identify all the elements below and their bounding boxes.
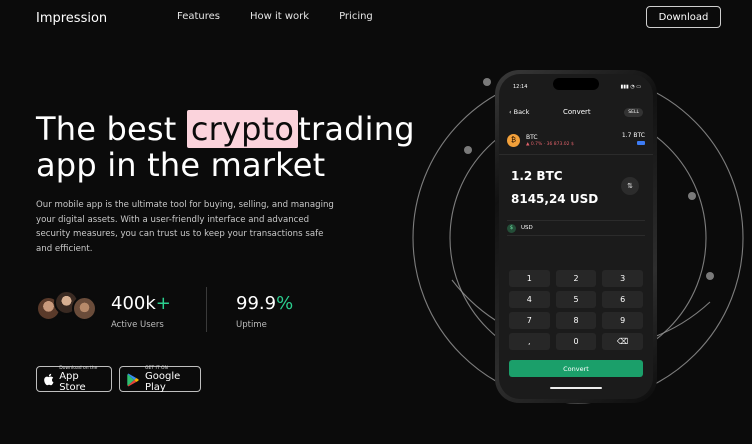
hero-headline: The best crypto trading app in the market — [36, 110, 415, 184]
uptime-number: 99.9 — [236, 293, 277, 314]
google-play-button[interactable]: GET IT ON Google Play — [119, 366, 201, 393]
nav-features[interactable]: Features — [177, 11, 220, 22]
numeric-keypad: 1 2 3 4 5 6 7 8 9 , 0 ⌫ — [509, 270, 643, 350]
fiat-amount: 8145,24 USD — [511, 192, 599, 206]
app-store-text: Download on the App Store — [59, 366, 105, 393]
coin-amount: 1.7 BTC — [621, 132, 645, 139]
key-comma[interactable]: , — [509, 333, 550, 350]
logo[interactable]: Impression — [36, 11, 107, 26]
nav-pricing[interactable]: Pricing — [339, 11, 373, 22]
coin-change: ▲ 0.7% · 36 873.02 $ — [526, 141, 574, 147]
key-2[interactable]: 2 — [555, 270, 597, 287]
headline-line-2: app in the market — [36, 146, 326, 184]
currency-select[interactable]: $ USD — [507, 220, 645, 236]
avatar — [72, 296, 97, 321]
active-users-value: 400k+ — [111, 293, 171, 314]
dollar-icon: $ — [507, 223, 516, 233]
phone-top-bar: ‹ Back Convert SELL — [509, 105, 643, 119]
key-3[interactable]: 3 — [602, 270, 643, 287]
download-button[interactable]: Download — [646, 6, 721, 28]
screen-title: Convert — [562, 108, 591, 116]
percent-sign: % — [276, 293, 294, 314]
back-label: Back — [513, 108, 530, 116]
swap-icon[interactable]: ⇅ — [621, 177, 639, 195]
coin-name: BTC — [526, 133, 538, 141]
chevron-left-icon: ‹ — [509, 108, 512, 116]
key-0[interactable]: 0 — [555, 333, 597, 350]
currency-code: USD — [521, 225, 533, 231]
headline-highlight: crypto — [186, 110, 299, 148]
orbit-dot — [464, 146, 472, 154]
key-1[interactable]: 1 — [509, 270, 550, 287]
headline-part-1: The best — [36, 110, 177, 148]
main-nav: Features How it work Pricing — [177, 11, 373, 22]
apple-icon — [43, 372, 54, 386]
key-7[interactable]: 7 — [509, 312, 550, 329]
google-play-text: GET IT ON Google Play — [145, 366, 194, 393]
divider — [499, 154, 653, 155]
google-play-icon — [126, 372, 140, 387]
phone-mockup: 12:14 ▮▮▮ ◔ ▭ ‹ Back Convert SELL ₿ BTC … — [495, 70, 657, 403]
flag-icon — [637, 141, 645, 145]
google-play-label: Google Play — [145, 370, 181, 393]
key-9[interactable]: 9 — [602, 312, 643, 329]
back-button[interactable]: ‹ Back — [509, 108, 529, 116]
key-8[interactable]: 8 — [555, 312, 597, 329]
nav-how-it-work[interactable]: How it work — [250, 11, 309, 22]
uptime-label: Uptime — [236, 320, 267, 330]
coin-row[interactable]: ₿ BTC ▲ 0.7% · 36 873.02 $ 1.7 BTC — [507, 128, 645, 152]
hero-description: Our mobile app is the ultimate tool for … — [36, 200, 334, 254]
coin-balance: 1.7 BTC — [622, 132, 645, 148]
user-avatars — [36, 290, 97, 321]
home-indicator — [550, 387, 602, 389]
stats-divider — [206, 287, 207, 332]
key-6[interactable]: 6 — [602, 291, 643, 308]
headline-part-2: trading — [298, 110, 415, 148]
coin-info: BTC ▲ 0.7% · 36 873.02 $ — [526, 134, 574, 147]
app-store-label: App Store — [59, 370, 86, 393]
orbit-dot — [483, 78, 491, 86]
phone-screen: 12:14 ▮▮▮ ◔ ▭ ‹ Back Convert SELL ₿ BTC … — [499, 74, 653, 399]
orbit-dot — [688, 192, 696, 200]
uptime-value: 99.9% — [236, 293, 293, 314]
crypto-amount: 1.2 BTC — [511, 169, 563, 183]
orbit-dot — [706, 272, 714, 280]
sell-button[interactable]: SELL — [624, 107, 643, 117]
convert-button[interactable]: Convert — [509, 360, 643, 377]
app-store-button[interactable]: Download on the App Store — [36, 366, 112, 393]
active-users-label: Active Users — [111, 320, 164, 330]
phone-status-bar: 12:14 ▮▮▮ ◔ ▭ — [513, 84, 641, 90]
key-5[interactable]: 5 — [555, 291, 597, 308]
status-time: 12:14 — [513, 84, 528, 90]
backspace-icon[interactable]: ⌫ — [602, 333, 643, 350]
status-icons: ▮▮▮ ◔ ▭ — [620, 84, 641, 90]
key-4[interactable]: 4 — [509, 291, 550, 308]
active-users-number: 400k — [111, 293, 156, 314]
bitcoin-icon: ₿ — [507, 133, 520, 147]
plus-sign: + — [155, 293, 171, 314]
